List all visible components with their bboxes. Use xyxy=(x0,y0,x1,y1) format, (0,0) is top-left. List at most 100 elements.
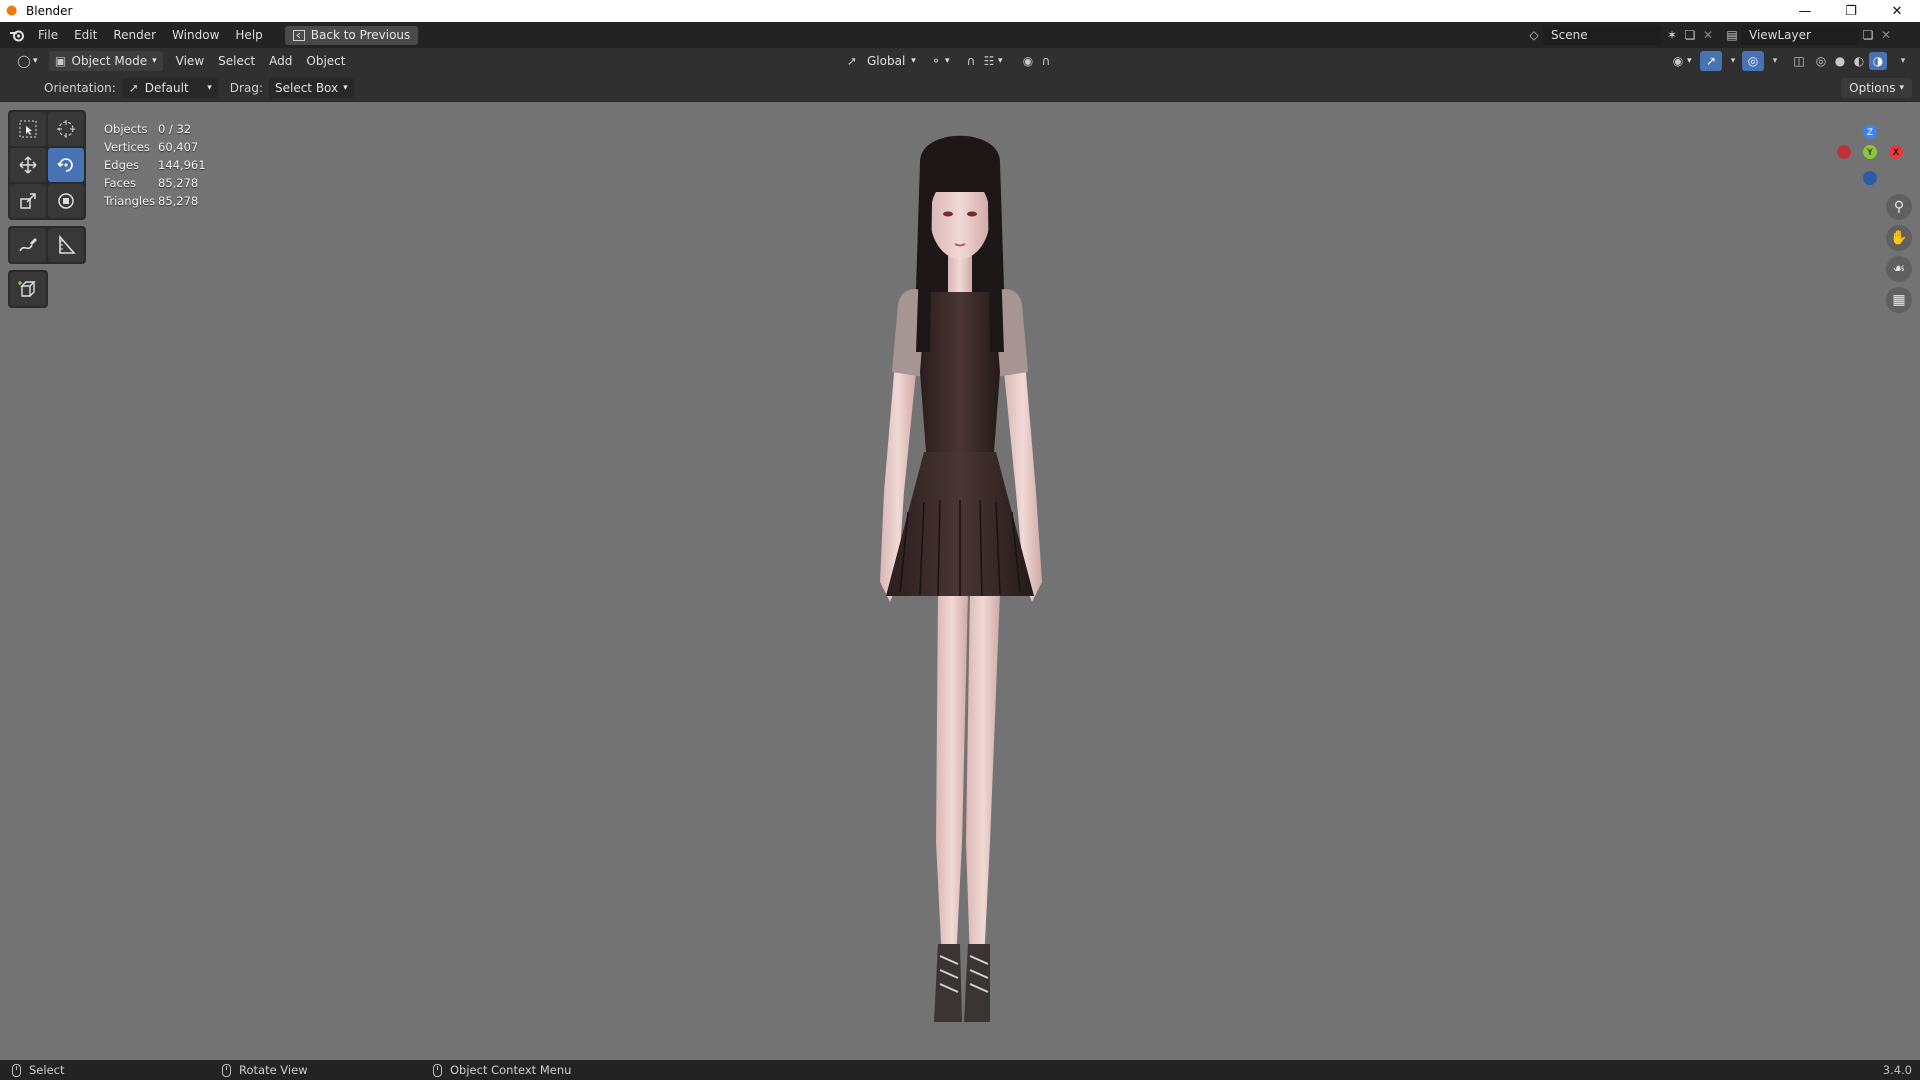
minimize-icon[interactable]: — xyxy=(1782,0,1828,22)
delete-scene-icon[interactable]: ✕ xyxy=(1699,26,1717,44)
annotate-tool[interactable] xyxy=(10,228,46,262)
stat-value: 85,278 xyxy=(158,176,199,190)
snap-toggle[interactable]: ∩ ☷ ▾ xyxy=(955,51,1010,71)
editor-type-dropdown[interactable]: ◯ ▾ xyxy=(8,51,45,71)
xray-icon[interactable]: ◫ xyxy=(1790,52,1808,70)
3d-viewport[interactable]: Objects 0 / 32 Vertices 60,407 Edges 144,96… xyxy=(0,102,1920,1060)
options-dropdown[interactable]: Options ▾ xyxy=(1841,78,1912,98)
transform-orientation-label: Global xyxy=(867,54,906,68)
overlays-dropdown-icon[interactable]: ▾ xyxy=(1766,52,1784,70)
add-cube-tool[interactable] xyxy=(10,272,46,306)
orientation-axes-icon: ➚ xyxy=(846,54,858,68)
material-shading-icon[interactable]: ◐ xyxy=(1850,52,1868,70)
menu-window[interactable]: Window xyxy=(164,22,227,48)
blender-top-bar: File Edit Render Window Help Back to Pre… xyxy=(0,22,1920,48)
orientation-dropdown[interactable]: ➚ Default ▾ xyxy=(121,77,218,98)
proportional-edit-toggle[interactable]: ◉ ∩ xyxy=(1012,51,1062,71)
blender-logo-icon[interactable] xyxy=(4,28,30,42)
menu-render[interactable]: Render xyxy=(105,22,164,48)
axis-neg-x-circle[interactable] xyxy=(1837,145,1851,159)
drag-dropdown[interactable]: Select Box ▾ xyxy=(268,77,354,98)
stat-row-vertices: Vertices 60,407 xyxy=(104,138,206,156)
mouse-middle-icon xyxy=(222,1063,231,1077)
scene-icon: ◇ xyxy=(1529,28,1539,42)
move-icon xyxy=(19,156,37,174)
mode-dropdown[interactable]: ▣ Object Mode ▾ xyxy=(48,51,163,71)
proportional-edit-icon: ◉ xyxy=(1022,54,1034,68)
perspective-grid-icon[interactable]: ▦ xyxy=(1886,287,1912,313)
view-layer-selector[interactable]: ▤ ViewLayer ❏ ✕ xyxy=(1723,25,1895,45)
overlays-toggle[interactable]: ◎ xyxy=(1742,51,1764,71)
status-select-hint: Select xyxy=(12,1063,64,1077)
back-to-previous-button[interactable]: Back to Previous xyxy=(284,25,419,45)
menu-edit[interactable]: Edit xyxy=(66,22,105,48)
axis-z-label: Z xyxy=(1867,128,1873,138)
snap-target-icon: ☷ xyxy=(983,54,995,68)
menu-select[interactable]: Select xyxy=(211,51,262,71)
menu-view[interactable]: View xyxy=(169,51,211,71)
measure-tool[interactable] xyxy=(48,228,84,262)
shading-dropdown-icon[interactable]: ▾ xyxy=(1894,52,1912,70)
delete-view-layer-icon[interactable]: ✕ xyxy=(1877,26,1895,44)
pin-icon[interactable]: ✶ xyxy=(1663,26,1681,44)
stat-value: 0 / 32 xyxy=(158,122,192,136)
orientation-label: Orientation: xyxy=(44,80,116,95)
stat-label: Triangles xyxy=(104,194,156,208)
navigation-gizmo[interactable]: Z Y X xyxy=(1810,102,1910,202)
select-box-tool[interactable] xyxy=(10,112,46,146)
stat-value: 85,278 xyxy=(158,194,199,208)
zoom-icon[interactable]: ⚲ xyxy=(1886,194,1912,220)
stat-value: 60,407 xyxy=(158,140,199,154)
visibility-dropdown[interactable]: ◉ ▾ xyxy=(1662,51,1699,71)
new-view-layer-icon[interactable]: ❏ xyxy=(1859,26,1877,44)
select-box-icon xyxy=(19,120,37,138)
chevron-down-icon: ▾ xyxy=(911,56,916,66)
measure-ruler-icon xyxy=(59,235,76,254)
overlays-icon: ◎ xyxy=(1747,54,1759,68)
gizmo-dropdown-icon[interactable]: ▾ xyxy=(1724,52,1742,70)
close-icon[interactable]: ✕ xyxy=(1874,0,1920,22)
back-icon xyxy=(292,29,305,41)
pivot-point-dropdown[interactable]: ⚬ ▾ xyxy=(920,51,957,71)
cursor-tool[interactable] xyxy=(48,112,84,146)
axis-neg-z-circle[interactable] xyxy=(1863,171,1877,185)
stat-row-edges: Edges 144,961 xyxy=(104,156,206,174)
menu-file[interactable]: File xyxy=(30,22,66,48)
menu-help[interactable]: Help xyxy=(227,22,270,48)
scene-name-field[interactable]: Scene xyxy=(1543,25,1661,45)
wireframe-shading-icon[interactable]: ◎ xyxy=(1812,52,1830,70)
cursor-icon xyxy=(57,120,75,138)
gizmo-toggle[interactable]: ↗ xyxy=(1700,51,1722,71)
stat-label: Edges xyxy=(104,158,139,172)
scene-selector[interactable]: ◇ Scene ✶ ❏ ✕ xyxy=(1525,25,1717,45)
stat-value: 144,961 xyxy=(158,158,206,172)
orientation-value: Default xyxy=(144,80,189,95)
blender-app-icon: ● xyxy=(6,3,18,18)
solid-shading-icon[interactable]: ● xyxy=(1831,52,1849,70)
restore-icon[interactable]: ❐ xyxy=(1828,0,1874,22)
transform-orientation-dropdown[interactable]: ➚ Global ▾ xyxy=(836,51,923,71)
view-layer-name-field[interactable]: ViewLayer xyxy=(1741,25,1859,45)
menu-add[interactable]: Add xyxy=(262,51,299,71)
3d-viewport-icon: ◯ xyxy=(17,54,31,68)
pan-hand-icon[interactable]: ✋ xyxy=(1886,225,1912,251)
annotate-measure-tools xyxy=(8,226,86,264)
menu-object[interactable]: Object xyxy=(299,51,352,71)
move-tool[interactable] xyxy=(10,148,46,182)
character-model[interactable] xyxy=(820,122,1100,1045)
rendered-shading-icon[interactable]: ◑ xyxy=(1869,52,1887,70)
new-scene-icon[interactable]: ❏ xyxy=(1681,26,1699,44)
camera-view-icon[interactable]: ☙ xyxy=(1886,256,1912,282)
status-rotate-label: Rotate View xyxy=(239,1063,308,1077)
axis-x-label: X xyxy=(1893,148,1899,158)
rotate-tool[interactable] xyxy=(48,148,84,182)
scale-icon xyxy=(20,193,36,209)
scale-tool[interactable] xyxy=(10,184,46,218)
orientation-axes-icon: ➚ xyxy=(128,80,139,95)
stat-row-objects: Objects 0 / 32 xyxy=(104,120,206,138)
view-layer-icon: ▤ xyxy=(1726,28,1738,42)
axis-y-label: Y xyxy=(1866,148,1873,158)
mode-label: Object Mode xyxy=(71,54,148,68)
viewport-header: ◯ ▾ ▣ Object Mode ▾ View Select Add Objec… xyxy=(0,48,1920,74)
transform-tool[interactable] xyxy=(48,184,84,218)
